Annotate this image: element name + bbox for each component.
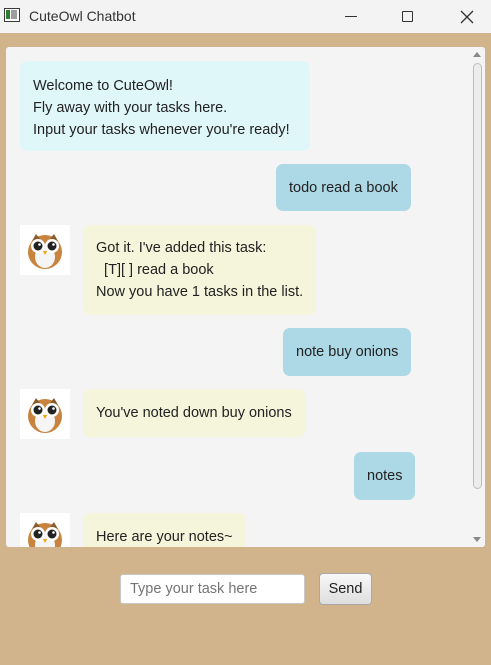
owl-icon: [28, 522, 62, 547]
maximize-icon: [401, 11, 413, 22]
scroll-thumb[interactable]: [473, 63, 482, 489]
vertical-scrollbar[interactable]: [470, 47, 485, 547]
minimize-icon: [345, 16, 357, 17]
app-icon: [4, 8, 20, 22]
bot-message-bubble: Here are your notes~: [83, 513, 246, 547]
bot-message-bubble: Got it. I've added this task: [T][ ] rea…: [83, 225, 317, 315]
minimize-button[interactable]: [328, 0, 374, 33]
owl-avatar: [20, 389, 70, 439]
owl-icon: [28, 234, 62, 269]
bot-message-bubble: You've noted down buy onions: [83, 389, 305, 437]
bot-message-bubble: Welcome to CuteOwl! Fly away with your t…: [20, 61, 310, 151]
chat-scroll-pane[interactable]: Welcome to CuteOwl! Fly away with your t…: [6, 47, 485, 547]
scroll-up-icon[interactable]: [473, 52, 481, 57]
close-icon: [460, 10, 474, 23]
send-button[interactable]: Send: [319, 573, 372, 605]
user-message-bubble: note buy onions: [283, 328, 412, 376]
owl-icon: [28, 398, 62, 433]
close-button[interactable]: [444, 0, 490, 33]
user-message-bubble: notes: [354, 452, 416, 500]
task-input[interactable]: [120, 574, 305, 604]
maximize-button[interactable]: [384, 0, 430, 33]
owl-avatar: [20, 225, 70, 275]
user-message-bubble: todo read a book: [276, 164, 411, 211]
window-title: CuteOwl Chatbot: [29, 8, 136, 24]
title-bar: CuteOwl Chatbot: [0, 0, 491, 33]
scroll-down-icon[interactable]: [473, 537, 481, 542]
owl-avatar: [20, 513, 70, 547]
